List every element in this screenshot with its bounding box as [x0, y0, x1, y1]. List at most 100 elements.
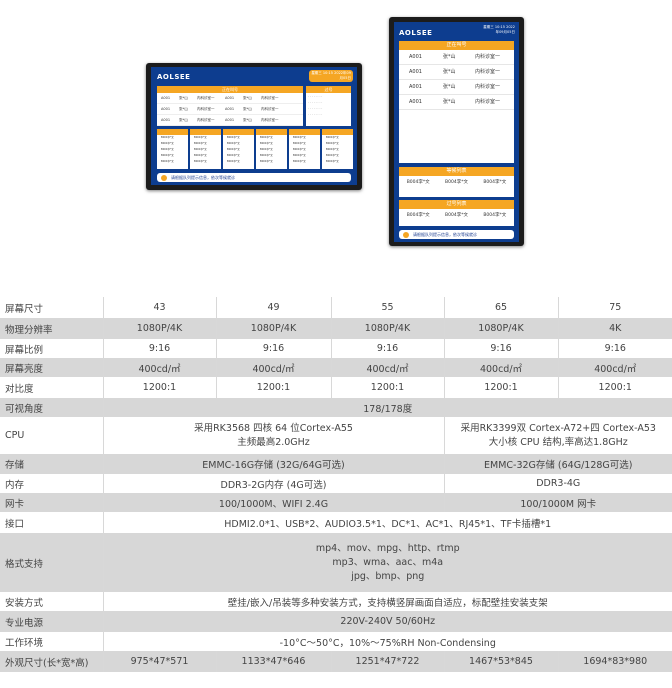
brand-logo: AOLSEE [399, 29, 433, 37]
spec-value: 1200:1 [215, 377, 331, 398]
spec-value: 43 [102, 297, 216, 318]
queue-column: B004李*文 B004李*文 B004李*文 B004李*文 B004李*文 [256, 129, 287, 169]
spec-value: 采用RK3399双 Cortex-A72+四 Cortex-A53 大小核 CP… [443, 417, 672, 454]
clock-text: 星期三 10:15 2022年09月05日 [483, 25, 515, 34]
notice-text: 请根据队列提示信息，依次等候就诊 [171, 174, 235, 180]
queue-title: 过号 [306, 86, 351, 93]
spec-value: 1080P/4K [443, 318, 558, 339]
spec-row: 专业电源 220V-240V 50/60Hz [0, 611, 672, 632]
landscape-screen: AOLSEE 星期三 10:15 2022年09月05日 正在叫号 A001 张*… [151, 67, 357, 185]
call-row: A001 张*山 内科诊室一 [399, 65, 514, 80]
portrait-screen: AOLSEE 星期三 10:15 2022年09月05日 正在叫号 A001 张*… [394, 22, 519, 242]
spec-row: 屏幕比例 9:16 9:16 9:16 9:16 9:16 [0, 339, 672, 358]
spec-value: 400cd/㎡ [557, 358, 672, 377]
spec-label: 内存 [5, 479, 25, 491]
notice-bar: 请根据队列提示信息，依次等候就诊 [157, 173, 351, 182]
spec-value: DDR3-2G内存 (4G可选) [102, 474, 444, 493]
waiting-item: B004李*文 [445, 180, 468, 185]
spec-value: 9:16 [102, 339, 216, 358]
spec-label: 接口 [5, 518, 25, 530]
spec-row: 物理分辨率 1080P/4K 1080P/4K 1080P/4K 1080P/4K 4K [0, 318, 672, 339]
queue-column: B004李*文 B004李*文 B004李*文 B004李*文 B004李*文 [223, 129, 254, 169]
call-row: A001 张*山 内科诊室一 A001 张*山 内科诊室一 [157, 93, 303, 104]
spec-value: EMMC-32G存储 (64G/128G可选) [443, 454, 672, 474]
spec-value: 220V-240V 50/60Hz [102, 611, 672, 632]
spec-label: 屏幕比例 [5, 344, 44, 356]
waiting-item: B004李*文 [406, 213, 430, 218]
spec-row: 存储 EMMC-16G存储 (32G/64G可选) EMMC-32G存储 (64G/… [0, 454, 672, 474]
spec-label: 工作环境 [5, 637, 44, 649]
spec-row: 安装方式 壁挂/嵌入/吊装等多种安装方式，支持横竖屏画面自适应，标配壁挂安装支架 [0, 592, 672, 611]
spec-value: 1200:1 [330, 377, 444, 398]
spec-row: 屏幕亮度 400cd/㎡ 400cd/㎡ 400cd/㎡ 400cd/㎡ 400cd/㎡ [0, 358, 672, 377]
call-row: A001 张*山 内科诊室一 [399, 80, 514, 95]
spec-value: 1467*53*845 [443, 651, 558, 672]
spec-value: 1080P/4K [215, 318, 331, 339]
spec-value: EMMC-16G存储 (32G/64G可选) [102, 454, 444, 474]
calling-title: 正在叫号 [399, 41, 514, 50]
call-row: A001 张*山 内科诊室一 A001 张*山 内科诊室一 [157, 104, 303, 115]
spec-value: 采用RK3568 四核 64 位Cortex-A55 主频最高2.0GHz [102, 417, 444, 454]
spec-label: 外观尺寸(长*宽*高) [5, 657, 89, 669]
queue-column: B004李*文 B004李*文 B004李*文 B004李*文 B004李*文 [190, 129, 221, 169]
spec-table: 屏幕尺寸 43 49 55 65 75 物理分辨率 1080P/4K 1080P/4K 1080P… [0, 297, 672, 672]
spec-label: 专业电源 [5, 617, 44, 629]
spec-row: CPU 采用RK3568 四核 64 位Cortex-A55 主频最高2.0GHz… [0, 417, 672, 454]
spec-row: 可视角度 178/178度 [0, 398, 672, 417]
spec-value: 9:16 [330, 339, 444, 358]
notice-text: 请根据队列提示信息，依次等候就诊 [413, 231, 477, 237]
spec-label: 网卡 [5, 498, 25, 510]
clock-text: 星期三 10:15 2022年09月05日 [309, 70, 353, 82]
spec-label: 存储 [5, 460, 25, 471]
spec-label: 可视角度 [5, 403, 44, 415]
spec-value: 1200:1 [557, 377, 672, 398]
waiting-item: B004李*文 [483, 213, 507, 218]
spec-value: 975*47*571 [102, 651, 216, 672]
calling-title: 正在叫号 [157, 86, 303, 93]
spec-value: 1133*47*646 [215, 651, 331, 672]
spec-value: 1080P/4K [330, 318, 444, 339]
spec-value: 9:16 [215, 339, 331, 358]
spec-value: 65 [443, 297, 558, 318]
waiting-item: B004李*文 [445, 213, 468, 218]
info-icon [161, 174, 167, 181]
spec-label: 格式支持 [5, 558, 44, 570]
landscape-monitor: AOLSEE 星期三 10:15 2022年09月05日 正在叫号 A001 张*… [146, 63, 362, 190]
spec-value: 9:16 [443, 339, 558, 358]
spec-row: 接口 HDMI2.0*1、USB*2、AUDIO3.5*1、DC*1、AC*1、R… [0, 512, 672, 533]
spec-row: 网卡 100/1000M、WIFI 2.4G 100/1000M 网卡 [0, 493, 672, 512]
spec-row: 外观尺寸(长*宽*高) 975*47*571 1133*47*646 1251*47*… [0, 651, 672, 672]
spec-label: 对比度 [5, 383, 34, 395]
passed-title: 过号列表 [399, 200, 514, 209]
spec-row: 格式支持 mp4、mov、mpg、http、rtmp mp3、wma、aac、m4… [0, 533, 672, 592]
spec-value: 1694*83*980 [557, 651, 672, 672]
product-hero-image: AOLSEE 星期三 10:15 2022年09月05日 正在叫号 A001 张*… [0, 0, 672, 290]
spec-value: 55 [330, 297, 444, 318]
spec-value: 1200:1 [102, 377, 216, 398]
spec-row: 工作环境 -10°C～50°C，10%～75%RH Non-Condensing [0, 632, 672, 651]
spec-value: 4K [557, 318, 672, 339]
spec-value: 400cd/㎡ [330, 358, 444, 377]
queue-column: B004李*文 B004李*文 B004李*文 B004李*文 B004李*文 [322, 129, 353, 169]
spec-value: 壁挂/嵌入/吊装等多种安装方式，支持横竖屏画面自适应，标配壁挂安装支架 [102, 592, 672, 611]
spec-row: 屏幕尺寸 43 49 55 65 75 [0, 297, 672, 318]
spec-value: 1080P/4K [102, 318, 216, 339]
spec-value: HDMI2.0*1、USB*2、AUDIO3.5*1、DC*1、AC*1、RJ4… [102, 512, 672, 533]
call-row: A001 张*山 内科诊室一 [399, 50, 514, 65]
spec-label: 屏幕亮度 [5, 363, 44, 375]
waiting-title: 等候列表 [399, 167, 514, 176]
spec-value: 100/1000M 网卡 [443, 493, 672, 512]
spec-label: 安装方式 [5, 597, 44, 609]
spec-value: DDR3-4G [443, 474, 672, 493]
spec-label: CPU [5, 430, 25, 441]
spec-value: 1200:1 [443, 377, 558, 398]
spec-value: 75 [557, 297, 672, 318]
waiting-item: B004李*文 [483, 180, 507, 185]
spec-value: 178/178度 [102, 398, 672, 417]
notice-bar: 请根据队列提示信息，依次等候就诊 [399, 230, 514, 239]
queue-column: B004李*文 B004李*文 B004李*文 B004李*文 B004李*文 [157, 129, 188, 169]
spec-value: 1251*47*722 [330, 651, 444, 672]
spec-value: 400cd/㎡ [443, 358, 558, 377]
brand-logo: AOLSEE [157, 73, 191, 81]
spec-label: 物理分辨率 [5, 324, 53, 336]
